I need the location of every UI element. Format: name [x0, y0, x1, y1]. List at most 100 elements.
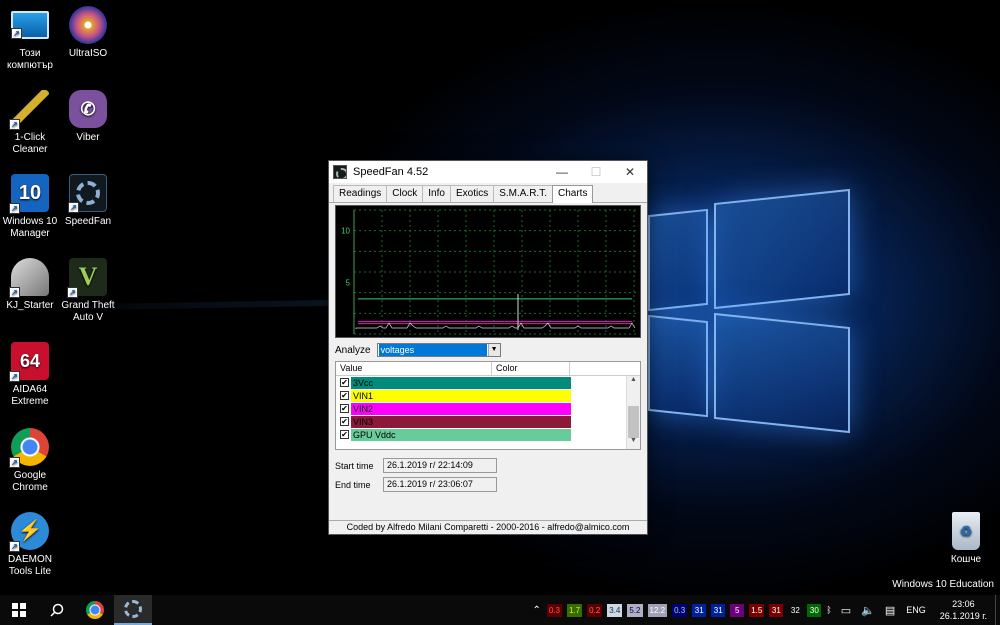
- tray-temperature-badge[interactable]: 0.2: [587, 603, 603, 617]
- list-item[interactable]: ✔ VIN3: [336, 415, 640, 428]
- clock-date: 26.1.2019 г.: [939, 611, 987, 621]
- desktop-icon-chrome[interactable]: ↗ Google Chrome: [0, 428, 60, 494]
- language-indicator[interactable]: ENG: [906, 605, 926, 615]
- column-header-value[interactable]: Value: [336, 362, 492, 375]
- desktop-icon-aida64[interactable]: 64 ↗ AIDA64 Extreme: [0, 342, 60, 408]
- tray-temperature-badge[interactable]: 3.4: [607, 603, 623, 617]
- series-list[interactable]: Value Color ✔ 3Vcc ✔ VIN1 ✔ VIN2 ✔ VIN3 ✔ GPU Vdd…: [335, 361, 641, 450]
- tab-smart[interactable]: S.M.A.R.T.: [493, 185, 553, 202]
- list-item[interactable]: ✔ VIN2: [336, 402, 640, 415]
- daemon-icon: ⚡ ↗: [9, 512, 49, 552]
- series-color-swatch: 3Vcc: [351, 376, 571, 389]
- scroll-down-icon[interactable]: ▼: [627, 437, 640, 449]
- desktop-icon-speedfan[interactable]: ↗ SpeedFan: [58, 174, 118, 228]
- column-header-color[interactable]: Color: [492, 362, 570, 375]
- list-item[interactable]: ✔ VIN1: [336, 389, 640, 402]
- logo-pane: [648, 314, 708, 418]
- start-time-label: Start time: [335, 460, 374, 471]
- tray-temperature-badge[interactable]: 5.2: [627, 603, 643, 617]
- start-time-field[interactable]: 26.1.2019 г/ 22:14:09: [383, 458, 497, 473]
- scroll-thumb[interactable]: [628, 406, 639, 438]
- recycle-bin-icon: ♻: [952, 512, 980, 550]
- maximize-button[interactable]: ☐: [579, 161, 613, 183]
- desktop-icon-label: Кошче: [950, 554, 982, 565]
- series-rows: ✔ 3Vcc ✔ VIN1 ✔ VIN2 ✔ VIN3 ✔ GPU Vddc: [336, 376, 640, 441]
- checkbox[interactable]: ✔: [340, 430, 349, 439]
- clock[interactable]: 23:06 26.1.2019 г.: [932, 598, 995, 622]
- list-item[interactable]: ✔ 3Vcc: [336, 376, 640, 389]
- desktop-icon-ultraiso[interactable]: UltraISO: [58, 6, 118, 60]
- tray-temperature-badge[interactable]: 30: [807, 603, 822, 617]
- speedfan-window[interactable]: SpeedFan 4.52 — ☐ ✕ Readings Clock Info …: [328, 160, 648, 535]
- show-desktop-button[interactable]: [995, 595, 1000, 625]
- tray-temperature-badge[interactable]: 1.5: [749, 603, 765, 617]
- list-header: Value Color: [336, 362, 640, 376]
- analyze-select[interactable]: voltages ▼: [376, 343, 501, 357]
- windows-edition-watermark: Windows 10 Education: [892, 579, 994, 590]
- desktop-icon-viber[interactable]: ✆ Viber: [58, 90, 118, 144]
- checkbox[interactable]: ✔: [340, 404, 349, 413]
- scroll-up-icon[interactable]: ▲: [627, 376, 640, 388]
- tray-temperature-badge[interactable]: 31: [711, 603, 726, 617]
- desktop-icon-this-pc[interactable]: ↗ Този компютър: [0, 6, 60, 72]
- chevron-down-icon[interactable]: ▼: [487, 344, 500, 356]
- tray-temperature-badge[interactable]: 0.3: [672, 603, 688, 617]
- tray-temperature-badge[interactable]: 31: [769, 603, 784, 617]
- close-button[interactable]: ✕: [613, 161, 647, 183]
- desktop-icon-label: DAEMON Tools Lite: [8, 554, 52, 577]
- checkbox[interactable]: ✔: [340, 378, 349, 387]
- desktop-icon-label: Windows 10 Manager: [2, 216, 58, 239]
- system-tray: ⌃ 0.3 1.7 0.2 3.4 5.2 12.2 0.3 31 31 5 1.5 31 32 30 ᛒ…: [532, 595, 1000, 625]
- tray-temperature-badge[interactable]: 0.3: [546, 603, 562, 617]
- list-item[interactable]: ✔ GPU Vddc: [336, 428, 640, 441]
- search-button[interactable]: [38, 595, 76, 625]
- tab-readings[interactable]: Readings: [333, 185, 388, 202]
- desktop-icon-win10-manager[interactable]: 10 ↗ Windows 10 Manager: [0, 174, 60, 240]
- desktop-icon-kj-starter[interactable]: ↗ KJ_Starter: [0, 258, 60, 312]
- taskbar-speedfan[interactable]: [114, 595, 152, 625]
- analyze-select-value: voltages: [378, 344, 487, 356]
- start-time-row: Start time 26.1.2019 г/ 22:14:09: [335, 458, 497, 473]
- checkbox[interactable]: ✔: [340, 417, 349, 426]
- window-title: SpeedFan 4.52: [353, 166, 429, 178]
- credits-footer: Coded by Alfredo Milani Comparetti - 200…: [329, 520, 647, 534]
- chevron-up-icon[interactable]: ⌃: [532, 605, 540, 616]
- fan-icon: [124, 600, 142, 618]
- series-color-swatch: VIN1: [351, 389, 571, 402]
- end-time-field[interactable]: 26.1.2019 г/ 23:06:07: [383, 477, 497, 492]
- desktop-icon-recycle-bin[interactable]: ♻ Кошче: [936, 512, 996, 566]
- fan-icon: ↗: [68, 174, 107, 213]
- tray-temperature-badge[interactable]: 12.2: [647, 603, 668, 617]
- tray-temperature-badge[interactable]: 32: [788, 603, 803, 617]
- desktop-icon-gta[interactable]: V ↗ Grand Theft Auto V: [58, 258, 118, 324]
- minimize-button[interactable]: —: [545, 161, 579, 183]
- windows-logo-icon: [12, 603, 26, 617]
- volume-icon[interactable]: 🔈: [861, 604, 875, 617]
- tab-info[interactable]: Info: [422, 185, 451, 202]
- desktop-icon-label: Viber: [76, 132, 100, 143]
- desktop-icon-label: Този компютър: [6, 48, 53, 71]
- bluetooth-icon[interactable]: ᛒ: [826, 605, 831, 615]
- checkbox[interactable]: ✔: [340, 391, 349, 400]
- voltage-chart: 10 5: [335, 205, 641, 338]
- desktop-icon-1click-cleaner[interactable]: ↗ 1-Click Cleaner: [0, 90, 60, 156]
- series-color-swatch: VIN3: [351, 415, 571, 428]
- tray-temperature-badge[interactable]: 5: [730, 603, 745, 617]
- taskbar-chrome[interactable]: [76, 595, 114, 625]
- notification-icon[interactable]: ▤: [885, 604, 895, 617]
- list-scrollbar[interactable]: ▲ ▼: [626, 376, 640, 449]
- desktop-icon-label: 1-Click Cleaner: [12, 132, 48, 155]
- tab-clock[interactable]: Clock: [386, 185, 424, 202]
- analyze-label: Analyze: [335, 344, 371, 356]
- search-icon: [50, 603, 64, 617]
- tab-exotics[interactable]: Exotics: [449, 185, 495, 202]
- start-button[interactable]: [0, 595, 38, 625]
- tab-charts[interactable]: Charts: [552, 185, 594, 203]
- series-color-swatch: GPU Vddc: [351, 428, 571, 441]
- network-icon[interactable]: ▭: [841, 604, 851, 617]
- tray-temperature-badge[interactable]: 1.7: [567, 603, 583, 617]
- title-bar[interactable]: SpeedFan 4.52 — ☐ ✕: [329, 161, 647, 183]
- tray-temperature-badge[interactable]: 31: [692, 603, 707, 617]
- end-time-label: End time: [335, 479, 371, 490]
- desktop-icon-daemon[interactable]: ⚡ ↗ DAEMON Tools Lite: [0, 512, 60, 578]
